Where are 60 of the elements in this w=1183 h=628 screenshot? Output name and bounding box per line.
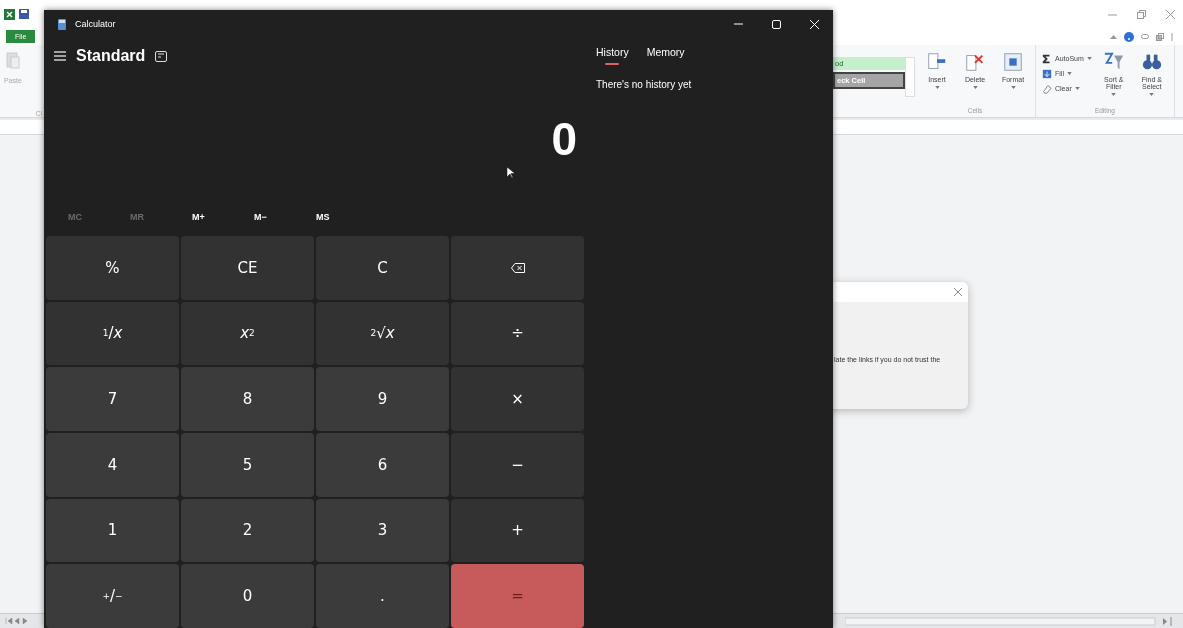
caret-icon bbox=[1074, 87, 1080, 90]
format-icon bbox=[1002, 51, 1024, 73]
minimize-icon[interactable] bbox=[1141, 34, 1149, 39]
calculator-key[interactable]: 5 bbox=[181, 433, 314, 497]
caret-icon bbox=[934, 86, 940, 89]
restore-icon[interactable] bbox=[1156, 32, 1164, 41]
save-icon[interactable] bbox=[19, 9, 29, 19]
sum-icon bbox=[1042, 52, 1052, 65]
memory-button[interactable]: M− bbox=[234, 212, 296, 222]
gallery-scrollbar[interactable] bbox=[905, 57, 915, 97]
formula-bar[interactable] bbox=[0, 120, 44, 135]
calculator-app-icon bbox=[58, 18, 66, 30]
panel-tab[interactable]: Memory bbox=[646, 46, 685, 65]
help-icon[interactable] bbox=[1124, 31, 1134, 42]
calculator-key[interactable]: CE bbox=[181, 236, 314, 300]
calculator-key[interactable]: % bbox=[46, 236, 179, 300]
caret-icon bbox=[1111, 93, 1117, 96]
calculator-key[interactable]: ÷ bbox=[451, 301, 584, 366]
calculator-key[interactable]: C bbox=[316, 236, 449, 300]
keep-on-top-icon[interactable] bbox=[155, 50, 168, 62]
calculator-key[interactable]: $^{2}$√x bbox=[316, 301, 449, 366]
calculator-key[interactable]: . bbox=[316, 564, 449, 628]
fill-icon bbox=[1042, 67, 1052, 80]
calculator-key[interactable]: 3 bbox=[316, 498, 449, 563]
restore-icon[interactable] bbox=[1137, 9, 1146, 19]
calculator-key[interactable]: × bbox=[451, 367, 584, 431]
caret-icon bbox=[1010, 86, 1016, 89]
calculator-key[interactable]: 8 bbox=[181, 367, 314, 431]
calculator-key[interactable]: 1 bbox=[46, 498, 179, 563]
calculator-key[interactable]: 4 bbox=[46, 433, 179, 497]
calculator-key[interactable]: $^{1}$/x bbox=[46, 301, 179, 366]
mouse-cursor-icon bbox=[507, 167, 515, 179]
horizontal-scrollbar-icon[interactable] bbox=[845, 616, 1175, 626]
calculator-key[interactable]: − bbox=[451, 433, 584, 497]
clear-icon bbox=[1042, 82, 1052, 95]
caret-icon bbox=[1086, 57, 1092, 60]
calculator-key[interactable]: 7 bbox=[46, 367, 179, 431]
display-value: 0 bbox=[551, 112, 577, 166]
caret-icon bbox=[1149, 93, 1155, 96]
mode-title: Standard bbox=[76, 47, 146, 65]
memory-button[interactable]: MS bbox=[296, 212, 358, 222]
caret-icon bbox=[1066, 72, 1072, 75]
calculator-key[interactable]: 9 bbox=[316, 367, 449, 431]
ribbon-collapse-icon[interactable] bbox=[1110, 34, 1117, 39]
formula-bar[interactable] bbox=[833, 120, 1183, 135]
panel-tab[interactable]: History bbox=[596, 46, 629, 65]
calculator-key[interactable]: x$^{2}$ bbox=[181, 301, 314, 366]
calculator-key[interactable]: + bbox=[451, 498, 584, 563]
calculator-key[interactable]: 2 bbox=[181, 498, 314, 563]
empty-history-message: There's no history yet bbox=[596, 79, 693, 90]
spreadsheet-app-icon[interactable] bbox=[4, 8, 15, 20]
calculator-key[interactable]: 0 bbox=[181, 564, 314, 628]
minimize-icon bbox=[733, 23, 743, 25]
backspace-icon bbox=[510, 262, 525, 273]
caret-icon bbox=[972, 86, 978, 89]
calculator-key[interactable]: 6 bbox=[316, 433, 449, 497]
menu-icon[interactable] bbox=[54, 51, 66, 61]
memory-button[interactable]: M+ bbox=[172, 212, 234, 222]
window-title: Calculator bbox=[75, 19, 116, 29]
maximize-icon bbox=[771, 19, 781, 29]
